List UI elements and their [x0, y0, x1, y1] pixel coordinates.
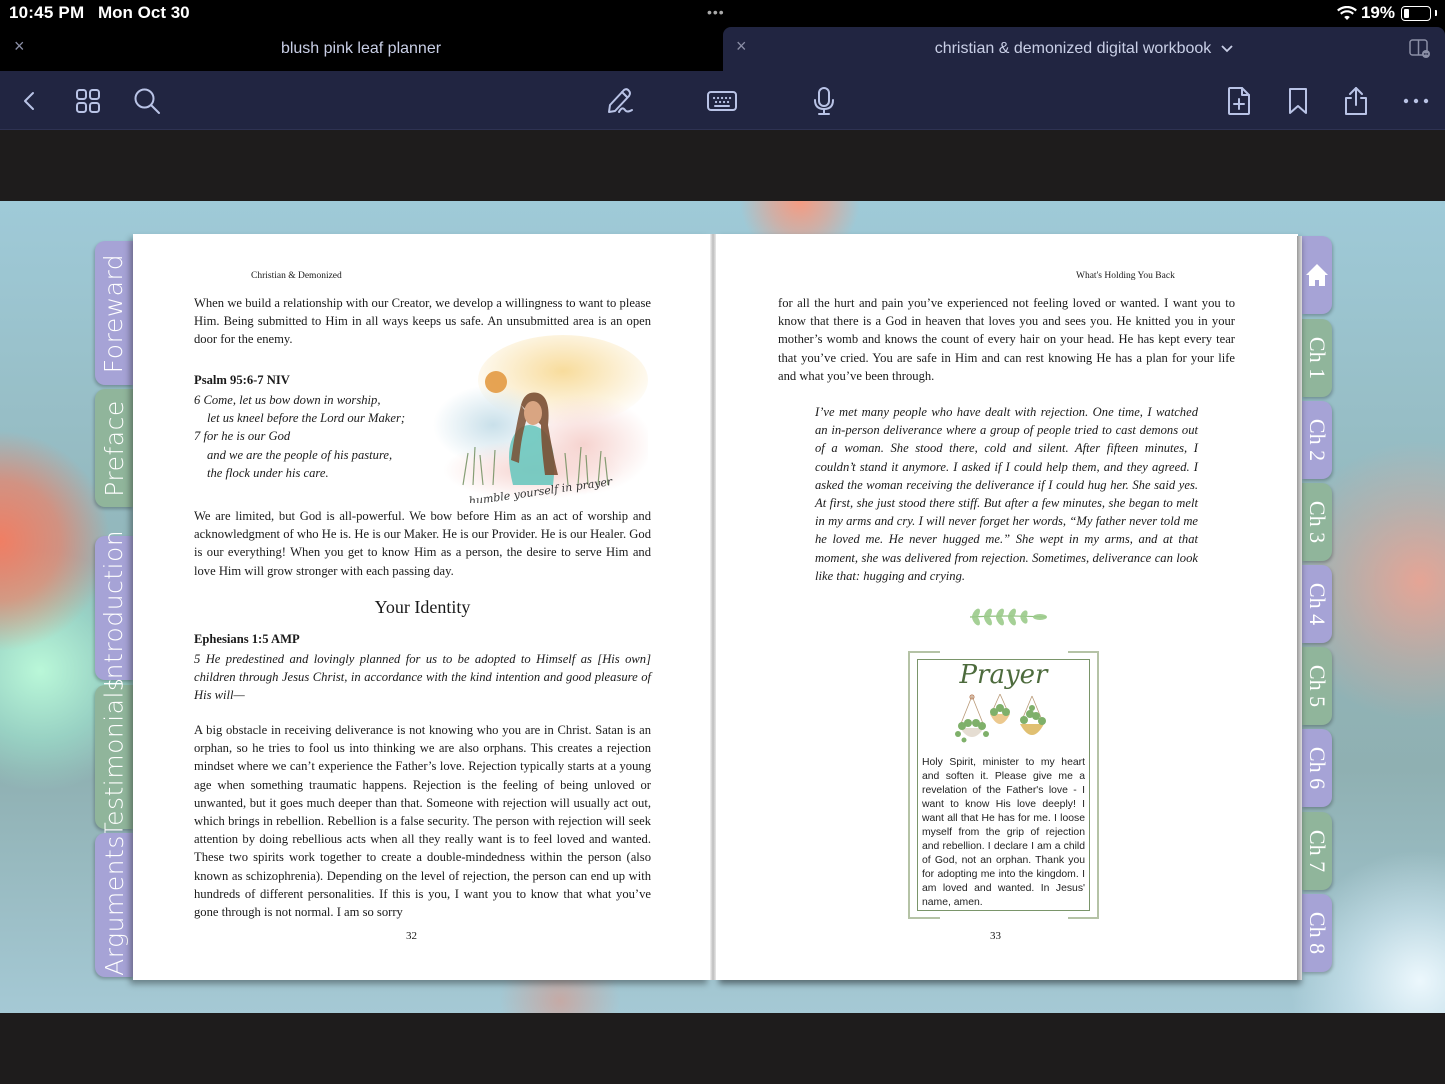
book-spine: [710, 234, 716, 980]
chevron-down-icon[interactable]: [1221, 42, 1233, 56]
keyboard-button[interactable]: [706, 85, 738, 117]
search-button[interactable]: [131, 85, 163, 117]
search-icon: [134, 88, 160, 114]
pen-icon: [608, 88, 633, 113]
battery-level: [1404, 8, 1409, 18]
multitasking-dots[interactable]: •••: [707, 4, 725, 20]
toolbar: [0, 71, 1445, 130]
canvas-margin-top: [0, 130, 1445, 201]
verse-line: the flock under his care.: [207, 465, 329, 480]
keyboard-icon: [707, 91, 737, 111]
tab-christian-demonized-workbook[interactable]: × christian & demonized digital workbook: [723, 27, 1445, 71]
add-page-button[interactable]: [1223, 85, 1255, 117]
grid-icon: [76, 89, 100, 113]
wifi-icon: [1337, 5, 1357, 20]
status-bar: 10:45 PM Mon Oct 30 ••• 19%: [0, 0, 1445, 27]
psalm-reference: Psalm 95:6-7 NIV: [194, 373, 290, 387]
tab-preface[interactable]: Preface: [95, 389, 133, 507]
share-icon: [1345, 87, 1367, 115]
tab-label: Foreward: [99, 253, 129, 373]
tab-ch-2[interactable]: Ch 2: [1302, 401, 1332, 479]
tab-arguments[interactable]: Arguments: [95, 833, 133, 977]
thumbnails-button[interactable]: [72, 85, 104, 117]
verse-line: 6 Come, let us bow down in worship,: [194, 393, 381, 407]
tab-testimonials[interactable]: Testimonials: [95, 677, 133, 837]
pen-tool-button[interactable]: [604, 85, 636, 117]
page-number-right: 33: [990, 930, 1001, 942]
tab-ch-1[interactable]: Ch 1: [1302, 319, 1332, 397]
praying-woman-illustration: humble yourself in prayer: [433, 335, 648, 503]
status-time: 10:45 PM: [9, 3, 85, 22]
tab-label: Ch 7: [1305, 829, 1330, 873]
tab-label: Ch 1: [1305, 336, 1330, 380]
prayer-title: Prayer: [959, 660, 1048, 690]
tab-ch-6[interactable]: Ch 6: [1302, 729, 1332, 807]
testimony-story: I’ve met many people who have dealt with…: [815, 405, 1198, 583]
frame-gap: [940, 648, 1068, 654]
tab-blush-pink-leaf-planner[interactable]: × blush pink leaf planner: [0, 27, 722, 71]
tab-label: Ch 2: [1305, 418, 1330, 462]
verse-line: and we are the people of his pasture,: [207, 447, 393, 462]
battery-percent: 19%: [1360, 3, 1395, 22]
split-view-icon[interactable]: [1409, 39, 1431, 58]
tab-label: Arguments: [99, 834, 129, 976]
add-page-icon: [1228, 87, 1250, 115]
tab-label: Ch 3: [1305, 500, 1330, 544]
tab-ch-7[interactable]: Ch 7: [1302, 812, 1332, 890]
tab-ch-3[interactable]: Ch 3: [1302, 483, 1332, 561]
verse-line: 7 for he is our God: [194, 429, 291, 444]
bookmark-button[interactable]: [1282, 85, 1314, 117]
back-icon: [24, 92, 34, 110]
psalm-verse: 6 Come, let us bow down in worship, let …: [194, 391, 434, 482]
running-head-right: What's Holding You Back: [1076, 271, 1175, 281]
ephesians-reference: Ephesians 1:5 AMP: [194, 632, 300, 646]
tab-ch-8[interactable]: Ch 8: [1302, 894, 1332, 972]
tab-label: blush pink leaf planner: [280, 40, 442, 57]
status-indicators: 19%: [1337, 3, 1437, 23]
tab-label: christian & demonized digital workbook: [934, 40, 1212, 57]
battery-tip: [1435, 10, 1437, 16]
hanging-plants-icon: [955, 694, 1046, 743]
page-number-left: 32: [406, 930, 417, 942]
tab-home[interactable]: [1302, 236, 1332, 314]
tab-label: Ch 8: [1305, 911, 1330, 955]
document-tabs: × blush pink leaf planner × christian & …: [0, 27, 1445, 71]
tab-ch-5[interactable]: Ch 5: [1302, 647, 1332, 725]
back-button[interactable]: [14, 85, 46, 117]
section-heading: Your Identity: [374, 597, 471, 617]
ephesians-verse: 5 He predestined and lovingly planned fo…: [194, 652, 651, 703]
tab-label: Ch 4: [1305, 582, 1330, 626]
tab-ch-4[interactable]: Ch 4: [1302, 565, 1332, 643]
bookmark-icon: [1289, 88, 1307, 114]
paragraph: A big obstacle in receiving deliverance …: [194, 723, 651, 920]
leaf-divider-icon: [969, 608, 1047, 626]
tab-label: Preface: [99, 399, 129, 497]
verse-line: let us kneel before the Lord our Maker;: [207, 411, 406, 426]
tab-label: Ch 6: [1305, 746, 1330, 790]
tab-foreward[interactable]: Foreward: [95, 241, 133, 385]
tab-label: Ch 5: [1305, 664, 1330, 708]
paragraph: We are limited, but God is all-powerful.…: [194, 509, 651, 578]
canvas-margin-bottom: [0, 1013, 1445, 1084]
more-button[interactable]: [1400, 85, 1432, 117]
more-icon: [1403, 98, 1429, 104]
share-button[interactable]: [1340, 85, 1372, 117]
home-icon: [1306, 264, 1328, 286]
microphone-icon: [814, 87, 834, 115]
page-edge: [1297, 236, 1302, 980]
tab-introduction[interactable]: Introduction: [95, 529, 133, 687]
battery-icon: [1401, 5, 1431, 21]
microphone-button[interactable]: [808, 85, 840, 117]
status-date: Mon Oct 30: [98, 3, 190, 22]
prayer-text: Holy Spirit, minister to my heart and so…: [922, 757, 1085, 908]
close-tab-icon[interactable]: ×: [736, 37, 750, 55]
frame-gap: [940, 916, 1068, 922]
tab-label: Introduction: [99, 529, 129, 687]
paragraph: for all the hurt and pain you’ve experie…: [778, 296, 1235, 383]
running-head-left: Christian & Demonized: [251, 271, 342, 281]
close-tab-icon[interactable]: ×: [14, 37, 28, 55]
tab-label: Testimonials: [99, 677, 129, 837]
